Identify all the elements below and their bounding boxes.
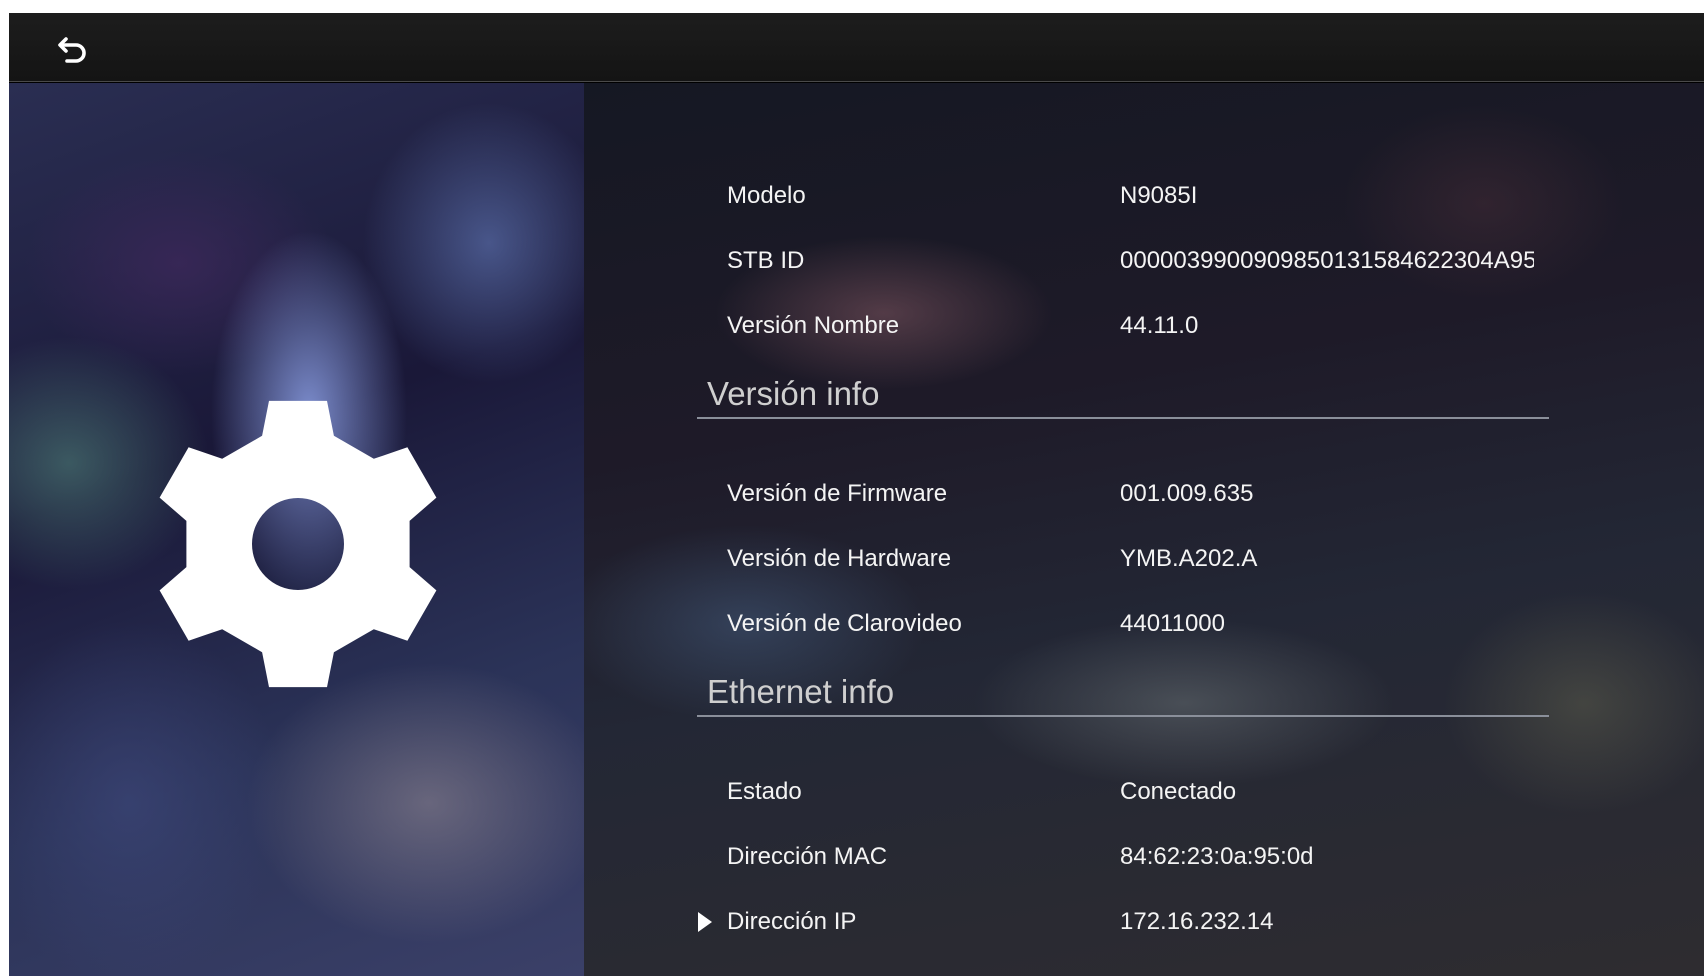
row-label: Modelo (727, 182, 806, 209)
left-panel (9, 83, 584, 976)
top-bar (9, 13, 1704, 82)
info-row-modelo[interactable]: Modelo N9085I (584, 176, 1584, 216)
row-label: Versión de Clarovideo (727, 610, 962, 637)
row-value: N9085I (1120, 182, 1198, 209)
section-title-ethernet: Ethernet info (707, 673, 895, 710)
info-row-clarovideo[interactable]: Versión de Clarovideo 44011000 (584, 604, 1584, 644)
focus-caret-icon (698, 912, 712, 932)
row-value: 001.009.635 (1120, 480, 1254, 507)
info-row-firmware[interactable]: Versión de Firmware 001.009.635 (584, 474, 1584, 514)
row-value: YMB.A202.A (1120, 545, 1258, 572)
info-row-ip[interactable]: Dirección IP 172.16.232.14 (584, 902, 1584, 942)
row-value: 44011000 (1120, 610, 1225, 637)
section-divider (697, 417, 1549, 419)
row-label: Dirección MAC (727, 843, 888, 870)
row-label: Versión de Hardware (727, 545, 952, 572)
back-arrow-icon (58, 37, 86, 63)
row-label: Versión Nombre (727, 312, 900, 339)
row-value: 172.16.232.14 (1120, 908, 1274, 935)
row-value: 0000039900909850131584622304A95( (1120, 247, 1534, 274)
row-value: 44.11.0 (1120, 312, 1199, 339)
info-row-version-nombre[interactable]: Versión Nombre 44.11.0 (584, 306, 1584, 346)
gear-icon (159, 400, 437, 688)
row-label: Versión de Firmware (727, 480, 948, 507)
row-label: STB ID (727, 247, 805, 274)
info-panel: Modelo N9085I STB ID 0000039900909850131… (584, 83, 1704, 976)
row-label: Estado (727, 778, 802, 805)
info-row-hardware[interactable]: Versión de Hardware YMB.A202.A (584, 539, 1584, 579)
info-row-estado[interactable]: Estado Conectado (584, 772, 1584, 812)
back-button[interactable] (55, 31, 93, 67)
row-value: 84:62:23:0a:95:0d (1120, 843, 1314, 870)
section-divider (697, 715, 1549, 717)
info-row-stb-id[interactable]: STB ID 0000039900909850131584622304A95( (584, 241, 1584, 281)
row-label: Dirección IP (727, 908, 857, 935)
info-row-mac[interactable]: Dirección MAC 84:62:23:0a:95:0d (584, 837, 1584, 877)
section-title-version: Versión info (707, 375, 880, 412)
settings-screen: Modelo N9085I STB ID 0000039900909850131… (9, 13, 1704, 976)
row-value: Conectado (1120, 778, 1237, 805)
